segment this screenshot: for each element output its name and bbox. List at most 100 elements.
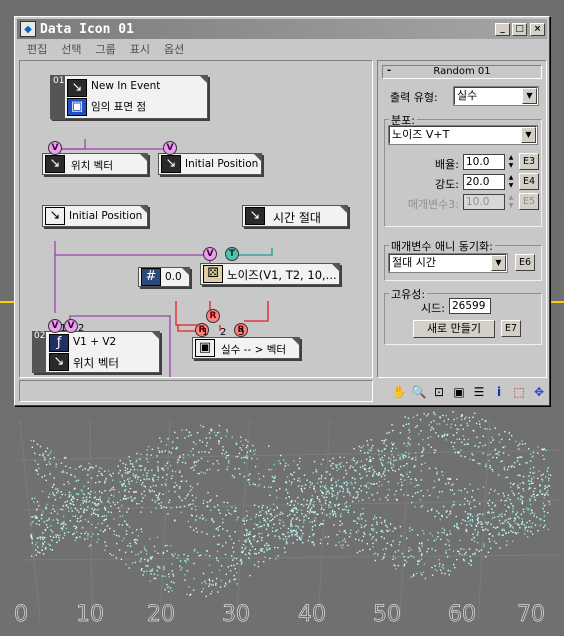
window-title: Data Icon 01: [40, 21, 134, 37]
constant-value: 0.0: [165, 271, 182, 283]
distribution-select[interactable]: 노이즈 V+T ▼: [388, 125, 538, 145]
expression-number: 02: [32, 331, 46, 373]
surface-icon: ▣: [67, 98, 87, 116]
initial-position-node[interactable]: ↘ Initial Position: [158, 153, 262, 175]
canvas-toolbar: ✋ 🔍 ⊡ ▣ ☰ i ⬚ ✥: [375, 382, 547, 402]
port-label: 2: [220, 327, 227, 338]
vector-connector[interactable]: V: [163, 141, 177, 155]
hand-icon[interactable]: ✋: [391, 385, 407, 399]
output-type-select[interactable]: 실수 ▼: [453, 86, 539, 106]
output-type-value: 실수: [457, 89, 478, 102]
menu-display[interactable]: 표시: [130, 41, 150, 57]
seed-label: 시드:: [421, 302, 445, 315]
absolute-time-node[interactable]: ↘ 시간 절대: [242, 205, 348, 227]
time-connector[interactable]: T: [225, 247, 239, 261]
position-vector-node[interactable]: ↘ 위치 벡터: [42, 153, 148, 175]
param3-label: 매개변수3:: [407, 198, 459, 211]
axis-tick: 60: [448, 602, 477, 628]
vector-connector[interactable]: V: [203, 247, 217, 261]
constant-node[interactable]: # 0.0: [138, 267, 190, 287]
vector-icon: ↘: [161, 155, 181, 173]
real-to-vector-node[interactable]: ▣ 실수 -- > 벡터: [192, 337, 300, 359]
title-bar[interactable]: ◆ Data Icon 01 _ □ ×: [17, 19, 547, 39]
strength-label: 강도:: [435, 178, 459, 191]
expression-formula: V1 + V2: [73, 336, 117, 348]
param3-input[interactable]: 10.0: [463, 194, 505, 210]
real-to-vector-label: 실수 -- > 벡터: [221, 344, 287, 356]
vector-connector[interactable]: V: [48, 141, 62, 155]
scale-label: 배율:: [435, 158, 459, 171]
rollout-header[interactable]: - Random 01: [382, 65, 542, 79]
function-icon: ƒ: [49, 334, 69, 352]
convert-icon: ▣: [195, 339, 215, 357]
rollout-title: Random 01: [433, 66, 491, 77]
info-icon[interactable]: i: [491, 385, 507, 399]
dice-icon: ⚄: [203, 265, 223, 283]
anim-sync-group: 매개변수 애니 동기화: 절대 시간 ▼ E6: [384, 238, 542, 281]
chevron-down-icon: ▼: [521, 127, 536, 143]
list-icon[interactable]: ☰: [471, 385, 487, 399]
event-subtitle: 임의 표면 점: [91, 101, 146, 113]
absolute-time-label: 시간 절대: [273, 211, 321, 225]
position-vector-label: 위치 벡터: [71, 160, 113, 172]
anim-sync-e6-button[interactable]: E6: [515, 254, 535, 271]
strength-e4-button[interactable]: E4: [519, 173, 539, 190]
maximize-button[interactable]: □: [512, 22, 527, 36]
node-canvas[interactable]: 01 ↘ ▣ New In Event 임의 표면 점 ↘ 위치 벡터 ↘ In…: [19, 60, 373, 378]
move-icon[interactable]: ✥: [531, 385, 547, 399]
uniqueness-group: 고유성: 시드: 26599 새로 만들기 E7: [384, 286, 542, 345]
strength-input[interactable]: 20.0: [463, 174, 505, 190]
new-seed-e7-button[interactable]: E7: [501, 320, 521, 337]
new-seed-button[interactable]: 새로 만들기: [413, 320, 495, 338]
menu-bar: 편집 선택 그룹 표시 옵션: [17, 40, 547, 58]
initial-position-input-label: Initial Position: [69, 210, 143, 222]
expression-output: 위치 벡터: [73, 356, 119, 370]
expression-node[interactable]: 02 ƒ ↘ V1 + V2 위치 벡터: [32, 331, 160, 373]
axis-tick: 40: [298, 602, 327, 628]
axis-tick: 20: [147, 602, 176, 628]
param3-spinner[interactable]: ▲ ▼: [506, 194, 516, 210]
vector-icon: ↘: [49, 353, 69, 371]
hash-icon: #: [141, 268, 161, 286]
port-label: 3: [238, 327, 245, 338]
seed-input[interactable]: 26599: [449, 298, 491, 314]
close-button[interactable]: ×: [530, 22, 545, 36]
frame-icon[interactable]: ▣: [451, 385, 467, 399]
noise-label: 노이즈(V1, T2, 10,...: [227, 268, 337, 282]
data-icon-window[interactable]: ◆ Data Icon 01 _ □ × 편집 선택 그룹 표시 옵션 01 ↘…: [14, 16, 550, 406]
axis-tick: 70: [517, 602, 546, 628]
strength-spinner[interactable]: ▲ ▼: [506, 174, 516, 190]
event-node[interactable]: 01 ↘ ▣ New In Event 임의 표면 점: [50, 75, 208, 120]
scale-spinner[interactable]: ▲ ▼: [506, 154, 516, 170]
scale-e3-button[interactable]: E3: [519, 153, 539, 170]
param3-e5-button[interactable]: E5: [519, 193, 539, 210]
chevron-down-icon: ▼: [522, 88, 537, 104]
initial-position-label: Initial Position: [185, 158, 259, 170]
menu-group[interactable]: 그룹: [96, 41, 116, 57]
event-number: 01: [51, 76, 65, 120]
menu-select[interactable]: 선택: [61, 41, 81, 57]
menu-edit[interactable]: 편집: [27, 41, 47, 57]
vector-icon: ↘: [45, 155, 65, 173]
zoom-icon[interactable]: 🔍: [411, 385, 427, 399]
zoom-region-icon[interactable]: ⊡: [431, 385, 447, 399]
event-icon: ↘: [67, 79, 87, 97]
select-icon[interactable]: ⬚: [511, 385, 527, 399]
axis-tick: 10: [76, 602, 105, 628]
menu-options[interactable]: 옵션: [164, 41, 184, 57]
real-connector[interactable]: R: [206, 309, 220, 323]
anim-sync-select[interactable]: 절대 시간 ▼: [388, 253, 508, 273]
axis-tick: 30: [222, 602, 251, 628]
output-type-label: 출력 유형:: [390, 91, 438, 104]
minimize-button[interactable]: _: [495, 22, 510, 36]
app-icon: ◆: [20, 21, 36, 37]
distribution-value: 노이즈 V+T: [392, 128, 450, 141]
scale-input[interactable]: 10.0: [463, 154, 505, 170]
axis-tick: 50: [373, 602, 402, 628]
rollout-toggle[interactable]: -: [387, 65, 391, 77]
port-label: 1: [60, 323, 67, 334]
noise-node[interactable]: ⚄ 노이즈(V1, T2, 10,...: [200, 263, 340, 285]
initial-position-input-node[interactable]: ↘ Initial Position: [42, 205, 148, 227]
port-label: 2: [78, 323, 85, 334]
status-area: [19, 380, 373, 402]
